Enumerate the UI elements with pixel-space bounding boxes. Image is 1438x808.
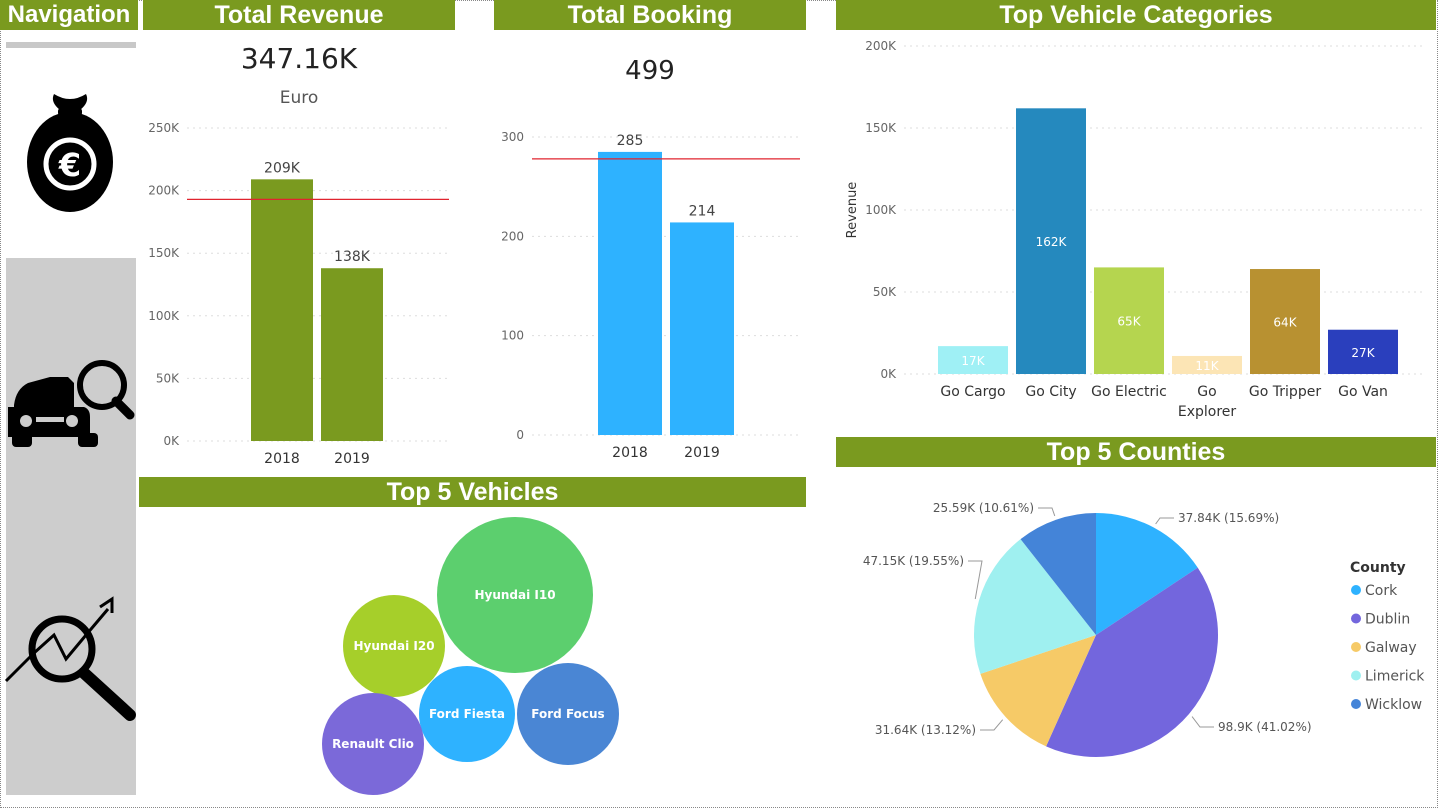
top-5-counties-header: Top 5 Counties: [836, 437, 1436, 467]
x-tick-label: Go Cargo: [940, 384, 1005, 400]
bubble-label: Hyundai I20: [353, 639, 434, 653]
y-tick-label: 200K: [865, 39, 897, 53]
nav-divider: [6, 42, 136, 48]
leader-line: [1155, 517, 1174, 525]
leader-line: [980, 719, 1004, 731]
bar[interactable]: [251, 179, 313, 441]
counties-pie-chart: 37.84K (15.69%) 98.9K (41.02%) 31.64K (13.…: [863, 501, 1425, 757]
bar[interactable]: [321, 268, 383, 441]
x-tick-label: Go Electric: [1091, 384, 1167, 400]
y-tick-label: 200: [501, 229, 524, 243]
leader-line: [1038, 507, 1056, 517]
total-booking-kpi: 499: [625, 56, 675, 86]
y-axis-label: Revenue: [845, 182, 860, 239]
car-search-icon[interactable]: [6, 355, 136, 455]
bubble-label: Renault Clio: [332, 737, 414, 751]
slice-label: 37.84K (15.69%): [1178, 511, 1279, 525]
booking-bar-chart: 0 100 200 300 285 2018 214 2019: [501, 130, 800, 461]
data-label: 138K: [334, 249, 371, 265]
revenue-bar-chart: 0K 50K 100K 150K 200K 250K 209K 2018 138K 2019: [148, 121, 449, 467]
x-tick-label: Go: [1197, 384, 1216, 400]
x-tick-label: 2019: [334, 451, 370, 467]
categories-bar-chart: 0K 50K 100K 150K 200K 17K Go Cargo 162K Go City 6…: [845, 39, 1426, 420]
top-vehicle-categories-header: Top Vehicle Categories: [836, 0, 1436, 30]
legend-marker: [1351, 585, 1361, 595]
bubble-label: Ford Focus: [531, 707, 604, 721]
slice-label: 98.9K (41.02%): [1218, 720, 1312, 734]
bubble-label: Hyundai I10: [474, 588, 555, 602]
y-tick-label: 150K: [865, 121, 897, 135]
legend-marker: [1351, 642, 1361, 652]
data-label: 285: [617, 133, 644, 149]
legend-item[interactable]: Dublin: [1365, 612, 1410, 628]
total-booking-header: Total Booking: [494, 0, 806, 30]
navigation-header: Navigation: [0, 0, 138, 30]
data-label: 209K: [264, 160, 301, 176]
slice-label: 31.64K (13.12%): [875, 723, 976, 737]
data-label: 214: [689, 203, 716, 219]
legend-marker: [1351, 613, 1361, 624]
leader-line: [1191, 716, 1214, 728]
y-tick-label: 200K: [148, 184, 180, 198]
y-tick-label: 300: [501, 130, 524, 144]
y-tick-label: 100K: [865, 203, 897, 217]
y-tick-label: 0: [516, 428, 524, 442]
y-tick-label: 100: [501, 329, 524, 343]
bar[interactable]: [598, 151, 662, 435]
total-revenue-unit: Euro: [279, 88, 319, 108]
y-tick-label: 50K: [873, 285, 897, 299]
vehicles-bubble-chart: Hyundai I10 Hyundai I20 Ford Fiesta Ford Fo…: [322, 517, 619, 795]
slice-label: 47.15K (19.55%): [863, 554, 964, 568]
x-tick-label: Explorer: [1178, 404, 1237, 420]
y-tick-label: 0K: [880, 367, 897, 381]
x-tick-label: 2019: [684, 445, 720, 461]
legend-marker: [1351, 699, 1361, 709]
data-label: 17K: [961, 354, 985, 368]
legend-title: County: [1350, 560, 1406, 576]
data-label: 162K: [1036, 235, 1068, 249]
total-revenue-header: Total Revenue: [143, 0, 455, 30]
x-tick-label: 2018: [264, 451, 300, 467]
x-tick-label: Go City: [1025, 384, 1076, 400]
top-5-vehicles-header: Top 5 Vehicles: [139, 477, 806, 507]
x-tick-label: 2018: [612, 445, 648, 461]
y-tick-label: 250K: [148, 121, 180, 135]
legend-marker: [1351, 670, 1361, 681]
y-tick-label: 0K: [163, 434, 180, 448]
slice-label: 25.59K (10.61%): [933, 501, 1034, 515]
y-tick-label: 100K: [148, 309, 180, 323]
total-revenue-kpi: 347.16K: [240, 42, 358, 75]
bar[interactable]: [670, 222, 734, 435]
legend-item[interactable]: Limerick: [1365, 669, 1425, 685]
data-label: 27K: [1351, 346, 1375, 360]
data-label: 11K: [1195, 359, 1219, 373]
svg-text:€: €: [58, 146, 81, 184]
money-bag-euro-icon[interactable]: €: [20, 88, 120, 218]
data-label: 65K: [1117, 315, 1141, 329]
y-tick-label: 150K: [148, 246, 180, 260]
legend-item[interactable]: Wicklow: [1365, 697, 1422, 713]
data-label: 64K: [1273, 316, 1297, 330]
x-tick-label: Go Van: [1338, 384, 1388, 400]
leader-line: [968, 560, 983, 600]
bubble-label: Ford Fiesta: [429, 707, 505, 721]
legend-item[interactable]: Cork: [1365, 583, 1398, 599]
analytics-search-icon[interactable]: [4, 595, 138, 725]
x-tick-label: Go Tripper: [1249, 384, 1321, 400]
legend-item[interactable]: Galway: [1365, 640, 1417, 656]
y-tick-label: 50K: [156, 371, 180, 385]
